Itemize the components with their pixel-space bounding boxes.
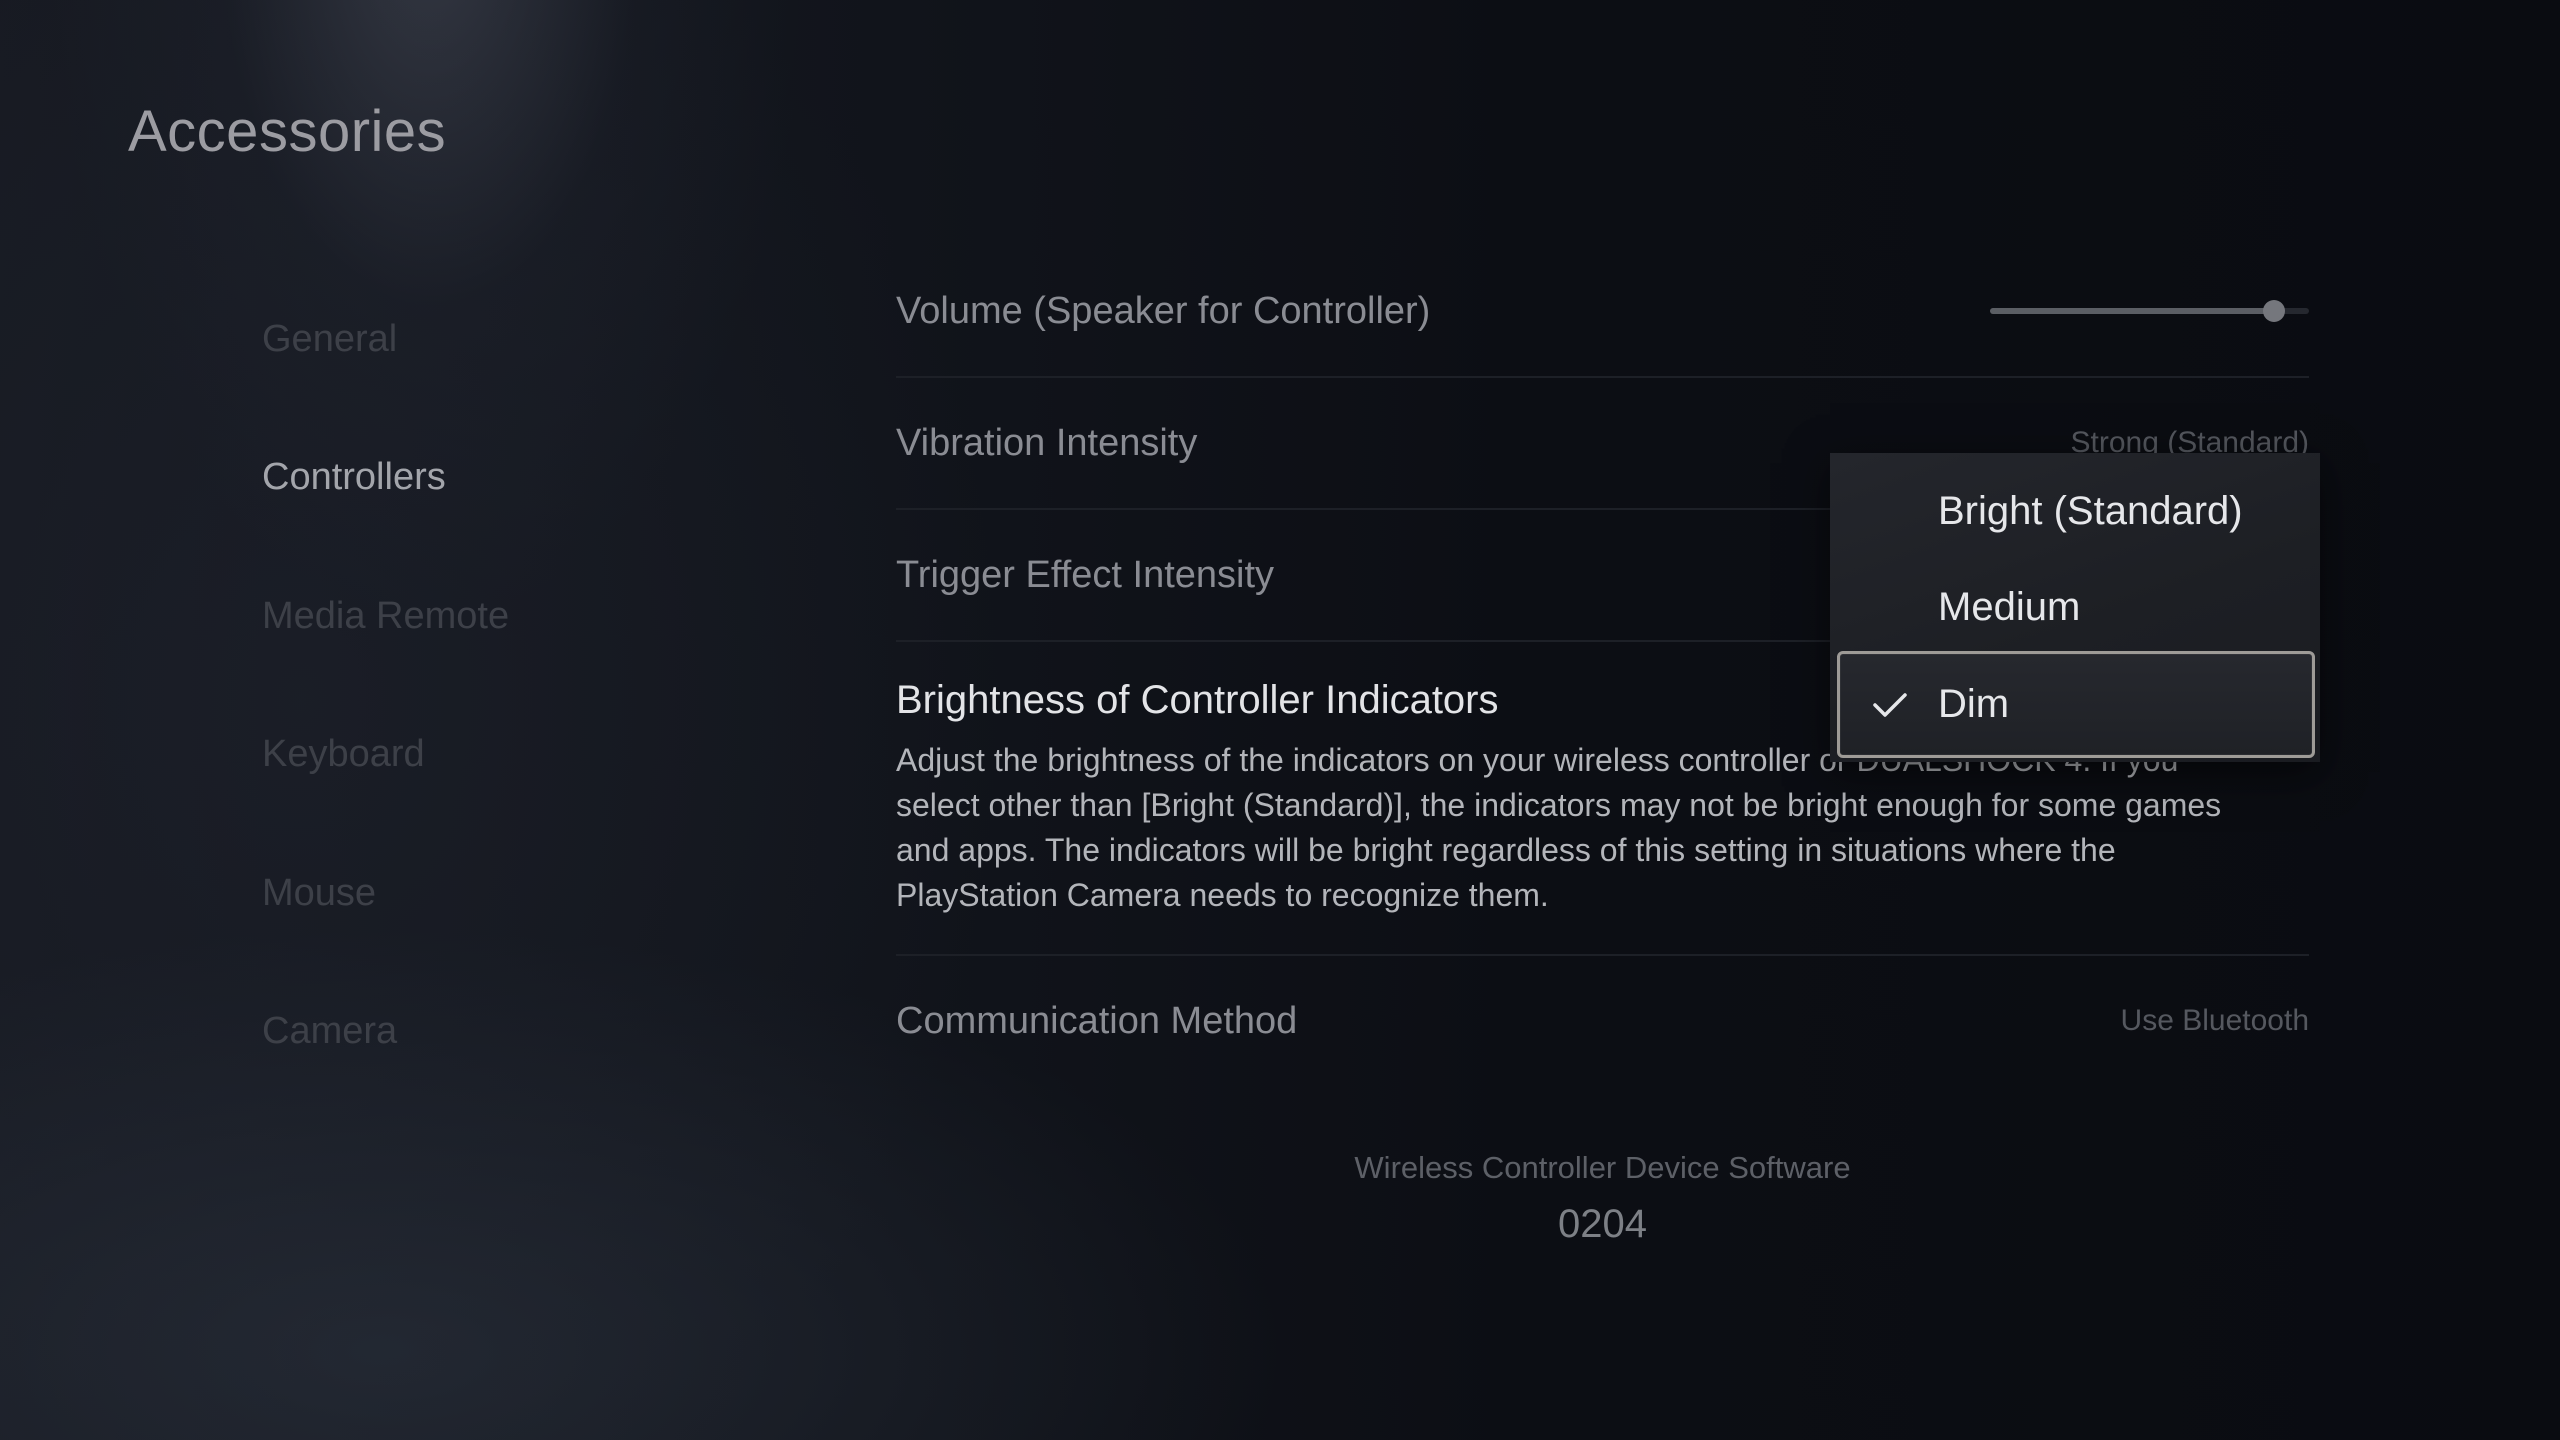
- brightness-dropdown: Bright (Standard) Medium Dim: [1830, 453, 2320, 762]
- setting-label: Communication Method: [896, 999, 1298, 1042]
- option-label: Bright (Standard): [1938, 488, 2243, 533]
- sidebar-item-mouse[interactable]: Mouse: [262, 824, 822, 963]
- sidebar-item-label: Controllers: [262, 456, 446, 499]
- setting-label: Vibration Intensity: [896, 421, 1198, 464]
- device-software-version: 0204: [1558, 1202, 1647, 1246]
- sidebar-item-label: General: [262, 317, 398, 360]
- sidebar-item-label: Camera: [262, 1010, 398, 1053]
- dropdown-option-medium[interactable]: Medium: [1837, 559, 2315, 655]
- setting-label: Trigger Effect Intensity: [896, 553, 1275, 596]
- dropdown-option-dim[interactable]: Dim: [1837, 651, 2315, 758]
- sidebar: General Controllers Media Remote Keyboar…: [262, 270, 822, 1101]
- device-software-label: Wireless Controller Device Software: [1354, 1150, 1851, 1185]
- sidebar-item-label: Mouse: [262, 871, 377, 914]
- option-label: Medium: [1938, 584, 2081, 629]
- setting-label: Volume (Speaker for Controller): [896, 289, 1431, 332]
- slider-fill: [1990, 308, 2274, 314]
- setting-value: Use Bluetooth: [2120, 1004, 2309, 1037]
- sidebar-item-controllers[interactable]: Controllers: [262, 409, 822, 548]
- sidebar-item-keyboard[interactable]: Keyboard: [262, 686, 822, 825]
- sidebar-item-camera[interactable]: Camera: [262, 963, 822, 1102]
- setting-volume[interactable]: Volume (Speaker for Controller): [896, 246, 2309, 378]
- sidebar-item-label: Media Remote: [262, 594, 510, 637]
- option-label: Dim: [1938, 682, 2010, 726]
- page-title: Accessories: [128, 99, 447, 164]
- accessories-screen: Accessories General Controllers Media Re…: [0, 0, 2560, 1440]
- dropdown-option-bright-standard[interactable]: Bright (Standard): [1837, 463, 2315, 559]
- device-software-info: Wireless Controller Device Software 0204: [896, 1150, 2309, 1247]
- setting-description: Adjust the brightness of the indicators …: [896, 742, 2222, 913]
- volume-slider[interactable]: [1990, 299, 2309, 323]
- sidebar-item-general[interactable]: General: [262, 270, 822, 409]
- setting-communication-method[interactable]: Communication Method Use Bluetooth: [896, 956, 2309, 1086]
- slider-knob[interactable]: [2262, 300, 2285, 322]
- sidebar-item-media-remote[interactable]: Media Remote: [262, 547, 822, 686]
- check-icon: [1873, 692, 1907, 717]
- sidebar-item-label: Keyboard: [262, 733, 425, 776]
